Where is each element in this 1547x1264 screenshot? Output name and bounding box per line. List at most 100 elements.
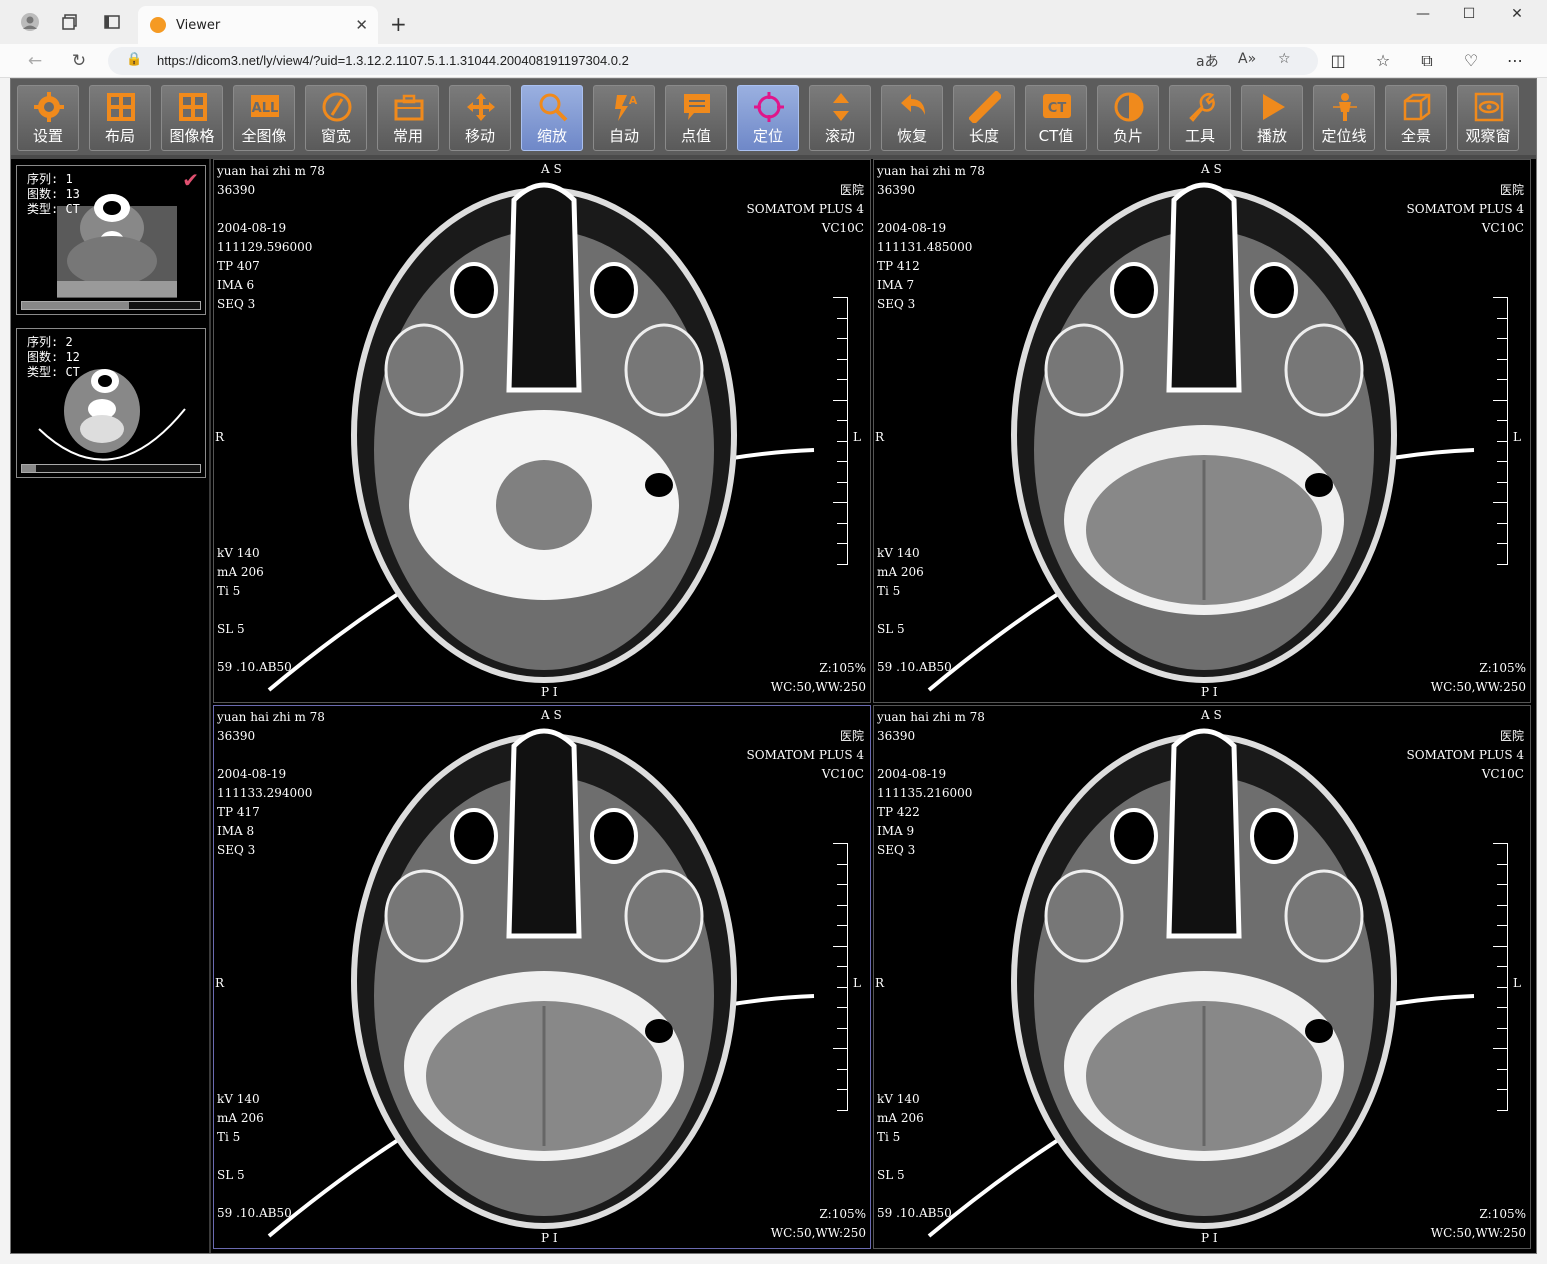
window-level: WC:50,WW:250: [770, 680, 866, 694]
slice-thickness: SL 5: [877, 622, 905, 636]
svg-text:CT: CT: [1048, 101, 1067, 116]
sequence-number: SEQ 3: [877, 843, 916, 857]
extensions-icon[interactable]: ♡: [1460, 51, 1482, 70]
url-text: https://dicom3.net/ly/view4/?uid=1.3.12.…: [157, 53, 629, 68]
series-image-count: 图数: 12: [27, 350, 80, 364]
address-bar: ← ↻ 🔒 https://dicom3.net/ly/view4/?uid=1…: [0, 44, 1547, 78]
reference-line-icon: [1333, 93, 1357, 121]
toolbar-button-20[interactable]: 观察窗: [1457, 85, 1519, 151]
minimize-icon[interactable]: —: [1400, 6, 1446, 28]
toolbar-button-8[interactable]: A 自动: [593, 85, 655, 151]
toolbar-button-3[interactable]: ALL 全图像: [233, 85, 295, 151]
orientation-bottom: P I: [541, 1231, 558, 1245]
series-image-count: 图数: 13: [27, 187, 80, 201]
ma-value: mA 206: [877, 1111, 924, 1125]
back-icon[interactable]: ←: [24, 50, 46, 72]
patient-name: yuan hai zhi m 78: [217, 710, 325, 724]
toolbar-button-2[interactable]: 图像格: [161, 85, 223, 151]
favorites-icon[interactable]: ☆: [1372, 51, 1394, 70]
ma-value: mA 206: [217, 565, 264, 579]
close-window-icon[interactable]: ✕: [1494, 6, 1540, 28]
reconstruction-kernel: 59 .10.AB50: [217, 1206, 292, 1220]
orientation-left: R: [875, 430, 885, 444]
maximize-icon[interactable]: ☐: [1446, 6, 1492, 28]
read-aloud-icon[interactable]: A»: [1238, 51, 1256, 67]
tab-title: Viewer: [176, 17, 221, 33]
reconstruction-kernel: 59 .10.AB50: [877, 660, 952, 674]
toolbar-button-18[interactable]: 定位线: [1313, 85, 1375, 151]
new-tab-icon[interactable]: +: [390, 12, 407, 36]
toolbar-button-1[interactable]: 布局: [89, 85, 151, 151]
toolbar-button-5[interactable]: 常用: [377, 85, 439, 151]
kv-value: kV 140: [877, 1092, 920, 1106]
toolbar-button-label: 布局: [104, 127, 135, 145]
table-position: TP 417: [217, 805, 260, 819]
browser-window: Viewer ✕ + — ☐ ✕ ← ↻ 🔒 https://dicom3.ne…: [0, 0, 1547, 1264]
toolbar-button-label: 长度: [968, 127, 999, 145]
series-thumbnail-1[interactable]: 序列: 1 图数: 13 类型: CT ✔: [16, 165, 206, 315]
toolbar-button-11[interactable]: 滚动: [809, 85, 871, 151]
toolbar-button-7[interactable]: 缩放: [521, 85, 583, 151]
refresh-icon[interactable]: ↻: [68, 50, 90, 72]
viewer-content: 序列: 1 图数: 13 类型: CT ✔ 序列: 2 图数: 12 类型: C…: [11, 159, 1536, 1253]
tab-viewer[interactable]: Viewer ✕: [138, 6, 378, 44]
all-images-icon: ALL: [251, 95, 279, 117]
orientation-left: R: [215, 430, 225, 444]
collections-icon[interactable]: ⧉: [1416, 51, 1438, 71]
toolbar-button-13[interactable]: 长度: [953, 85, 1015, 151]
more-menu-icon[interactable]: ⋯: [1504, 51, 1526, 70]
protocol-code: VC10C: [1481, 767, 1524, 781]
sequence-number: SEQ 3: [217, 843, 256, 857]
toolbar-button-label: 全景: [1400, 127, 1431, 145]
toolbar-button-17[interactable]: 播放: [1241, 85, 1303, 151]
toolbar-button-label: 播放: [1256, 127, 1287, 145]
image-number: IMA 8: [217, 824, 255, 838]
ma-value: mA 206: [217, 1111, 264, 1125]
image-viewport-1[interactable]: yuan hai zhi m 78 36390 2004-08-19 11112…: [213, 159, 871, 703]
toolbar-button-12[interactable]: 恢复: [881, 85, 943, 151]
lock-icon[interactable]: 🔒: [126, 52, 142, 67]
ruler-icon: [969, 91, 1001, 123]
study-date: 2004-08-19: [877, 767, 947, 781]
zoom-level: Z:105%: [819, 1207, 866, 1221]
zoom-icon: [539, 93, 568, 122]
zoom-level: Z:105%: [1479, 1207, 1526, 1221]
hospital-name: 医院: [839, 183, 864, 197]
toolbar-button-6[interactable]: 移动: [449, 85, 511, 151]
wrench-icon: [1189, 92, 1215, 122]
close-tab-icon[interactable]: ✕: [355, 16, 368, 34]
toolbar-button-16[interactable]: 工具: [1169, 85, 1231, 151]
toolbar-button-10[interactable]: 定位: [737, 85, 799, 151]
orientation-bottom: P I: [1201, 1231, 1218, 1245]
split-screen-icon[interactable]: ◫: [1327, 51, 1349, 70]
sequence-number: SEQ 3: [877, 297, 916, 311]
translate-icon[interactable]: aあ: [1196, 51, 1219, 71]
url-field[interactable]: 🔒 https://dicom3.net/ly/view4/?uid=1.3.1…: [108, 47, 1318, 75]
image-viewport-4[interactable]: yuan hai zhi m 78 36390 2004-08-19 11113…: [873, 705, 1531, 1249]
orientation-top: A S: [541, 162, 562, 176]
patient-name: yuan hai zhi m 78: [877, 710, 985, 724]
toolbar-button-14[interactable]: CT CT值: [1025, 85, 1087, 151]
toolbar-button-9[interactable]: 点值: [665, 85, 727, 151]
favorite-star-icon[interactable]: ☆: [1278, 51, 1291, 67]
study-date: 2004-08-19: [877, 221, 947, 235]
image-viewport-2[interactable]: yuan hai zhi m 78 36390 2004-08-19 11113…: [873, 159, 1531, 703]
orientation-left: R: [215, 976, 225, 990]
toolbar-button-label: 图像格: [169, 127, 215, 145]
series-thumbnail-2[interactable]: 序列: 2 图数: 12 类型: CT: [16, 328, 206, 478]
toolbar-button-19[interactable]: 全景: [1385, 85, 1447, 151]
toolbar-button-4[interactable]: 窗宽: [305, 85, 367, 151]
toolbox-icon: [394, 94, 424, 121]
profile-icon[interactable]: [18, 10, 42, 34]
hospital-name: 医院: [839, 729, 864, 743]
slice-thickness: SL 5: [877, 1168, 905, 1182]
toolbar-button-15[interactable]: 负片: [1097, 85, 1159, 151]
workspaces-icon[interactable]: [58, 10, 82, 34]
toolbar-button-0[interactable]: 设置: [17, 85, 79, 151]
auto-icon: A: [615, 94, 638, 121]
image-viewport-3[interactable]: yuan hai zhi m 78 36390 2004-08-19 11113…: [213, 705, 871, 1249]
cube-icon: [1403, 93, 1431, 121]
tab-actions-icon[interactable]: [100, 10, 124, 34]
toolbar-button-label: 观察窗: [1465, 127, 1511, 145]
orientation-bottom: P I: [541, 685, 558, 699]
